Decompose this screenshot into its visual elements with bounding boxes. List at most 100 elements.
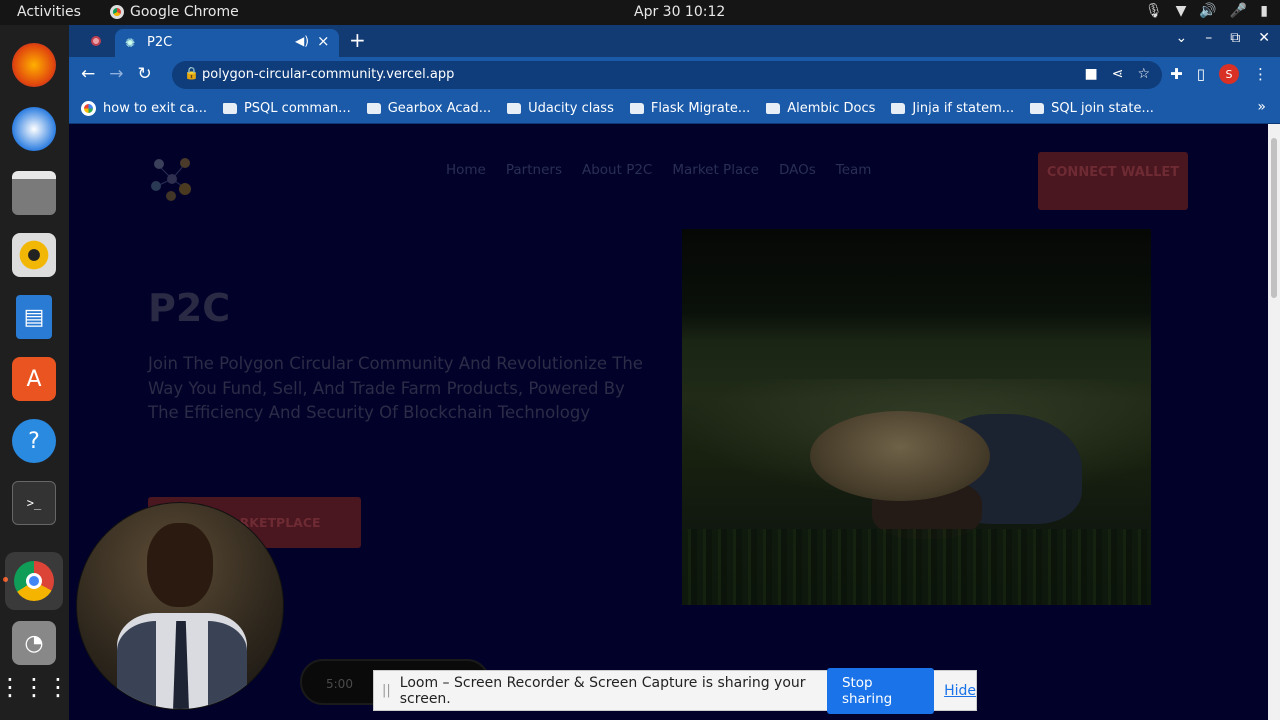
disks-icon[interactable]: ◔ — [12, 621, 56, 665]
tab-close-icon[interactable]: × — [317, 32, 330, 50]
clock[interactable]: Apr 30 10:12 — [634, 4, 725, 20]
software-icon[interactable]: A — [12, 357, 56, 401]
side-panel-icon[interactable]: ▯ — [1197, 65, 1205, 83]
address-bar[interactable]: 🔒 polygon-circular-community.vercel.app … — [172, 61, 1162, 89]
folder-icon — [222, 102, 237, 114]
bookmark-folder[interactable]: Alembic Docs — [766, 101, 875, 116]
bookmark-star-icon[interactable]: ☆ — [1137, 66, 1150, 82]
system-tray[interactable]: 🎙 ▼ 🔊 🎤 ▮ — [1145, 3, 1268, 19]
farmer-hero-image — [682, 229, 1151, 605]
close-window-button[interactable]: ✕ — [1258, 30, 1270, 46]
mic-icon: 🎤 — [1229, 3, 1248, 19]
app-menu[interactable]: Google Chrome — [110, 4, 239, 20]
folder-icon — [507, 102, 522, 114]
screen-sharing-bar: || Loom – Screen Recorder & Screen Captu… — [373, 667, 977, 714]
url-text[interactable]: polygon-circular-community.vercel.app — [202, 67, 454, 82]
folder-icon — [766, 102, 781, 114]
chrome-window: ✺ P2C ◀) × + ⌄ – ⧉ ✕ ← → ↻ 🔒 polygon-cir… — [69, 25, 1280, 720]
nav-daos[interactable]: DAOs — [779, 162, 816, 178]
sharing-message: Loom – Screen Recorder & Screen Capture … — [399, 674, 806, 707]
bookmark-label: SQL join state... — [1051, 100, 1154, 116]
battery-icon: ▮ — [1260, 3, 1268, 19]
bookmark-folder[interactable]: Jinja if statem... — [891, 101, 1014, 116]
nav-market-place[interactable]: Market Place — [672, 162, 759, 178]
lock-icon[interactable]: 🔒 — [184, 66, 199, 80]
chrome-icon — [110, 5, 124, 19]
files-icon[interactable] — [12, 171, 56, 215]
menu-icon[interactable]: ⋮ — [1253, 65, 1268, 83]
folder-icon — [366, 102, 381, 114]
tab-p2c[interactable]: ✺ P2C ◀) × — [115, 29, 339, 57]
connect-wallet-button[interactable]: CONNECT WALLET — [1038, 152, 1188, 210]
favicon-icon: ✺ — [125, 36, 136, 50]
extensions-icon[interactable]: ✚ — [1170, 65, 1183, 83]
nav-team[interactable]: Team — [836, 162, 872, 178]
firefox-icon[interactable] — [12, 43, 56, 87]
activities-button[interactable]: Activities — [17, 4, 81, 20]
reload-button[interactable]: ↻ — [138, 64, 152, 84]
bookmark-folder[interactable]: PSQL comman... — [222, 100, 351, 116]
main-nav: Home Partners About P2C Market Place DAO… — [446, 162, 871, 178]
hero-description: Join The Polygon Circular Community And … — [148, 354, 643, 422]
app-menu-label: Google Chrome — [130, 4, 239, 20]
rhythmbox-icon[interactable] — [12, 233, 56, 277]
bookmark-folder[interactable]: Flask Migrate... — [629, 100, 751, 116]
thunderbird-icon[interactable] — [12, 107, 56, 151]
bookmark-label: Jinja if statem... — [912, 100, 1015, 116]
bookmark-label: Udacity class — [528, 100, 614, 116]
wifi-icon: ▼ — [1175, 3, 1187, 19]
stop-sharing-button[interactable]: Stop sharing — [826, 667, 935, 714]
nav-home[interactable]: Home — [446, 162, 486, 178]
writer-icon[interactable]: ▤ — [16, 295, 52, 339]
help-icon[interactable]: ? — [12, 419, 56, 463]
folder-icon — [1030, 102, 1045, 114]
nav-about[interactable]: About P2C — [582, 162, 652, 178]
bookmark-label: Gearbox Acad... — [387, 100, 492, 116]
chrome-icon[interactable] — [5, 552, 63, 610]
folder-icon — [891, 102, 906, 114]
nav-partners[interactable]: Partners — [506, 162, 562, 178]
window-controls: ⌄ – ⧉ ✕ — [1176, 30, 1270, 46]
back-button[interactable]: ← — [81, 64, 95, 84]
app-grid-icon[interactable]: ⋮⋮⋮ — [0, 665, 70, 709]
bookmark-folder[interactable]: SQL join state... — [1030, 101, 1154, 116]
bookmark-folder[interactable]: Gearbox Acad... — [366, 100, 492, 116]
webcam-bubble[interactable] — [76, 502, 284, 710]
page-viewport: Home Partners About P2C Market Place DAO… — [69, 124, 1268, 720]
google-icon — [81, 100, 96, 116]
folder-icon — [629, 102, 644, 114]
tab-audio-icon[interactable]: ◀) — [295, 34, 309, 48]
volume-icon: 🔊 — [1199, 3, 1217, 19]
profile-avatar[interactable]: S — [1219, 64, 1239, 84]
new-tab-button[interactable]: + — [349, 28, 366, 52]
bookmark-item[interactable]: how to exit ca... — [81, 100, 207, 116]
hero-title: P2C — [148, 286, 231, 330]
minimize-button[interactable]: – — [1205, 30, 1212, 46]
system-top-bar: Activities Google Chrome Apr 30 10:12 🎙 … — [0, 0, 1280, 25]
bookmark-label: Flask Migrate... — [650, 100, 751, 116]
browser-toolbar: ← → ↻ 🔒 polygon-circular-community.verce… — [69, 57, 1280, 93]
scrollbar-thumb[interactable] — [1271, 138, 1277, 298]
more-bookmarks-icon[interactable]: » — [1257, 99, 1266, 115]
camera-icon[interactable]: ■ — [1084, 66, 1097, 82]
hide-link[interactable]: Hide — [944, 683, 976, 699]
bookmark-folder[interactable]: Udacity class — [507, 101, 614, 116]
bookmark-label: Alembic Docs — [787, 100, 876, 116]
page-scrollbar[interactable] — [1268, 124, 1280, 720]
mic-muted-icon: 🎙 — [1144, 3, 1163, 19]
maximize-button[interactable]: ⧉ — [1230, 30, 1240, 46]
chrome-logo — [14, 561, 54, 601]
drag-handle-icon[interactable]: || — [382, 683, 391, 698]
share-icon[interactable]: ⋖ — [1112, 66, 1124, 82]
p2c-logo[interactable] — [147, 154, 197, 204]
terminal-icon[interactable]: >_ — [12, 481, 56, 525]
bookmark-label: how to exit ca... — [103, 100, 207, 116]
dock: ▤ A ? >_ ◔ ⋮⋮⋮ — [0, 25, 70, 720]
tab-title: P2C — [147, 35, 173, 50]
recording-indicator-icon — [91, 36, 101, 46]
forward-button[interactable]: → — [109, 64, 123, 84]
tab-strip: ✺ P2C ◀) × + ⌄ – ⧉ ✕ — [69, 25, 1280, 57]
bookmark-label: PSQL comman... — [243, 100, 351, 116]
tab-search-icon[interactable]: ⌄ — [1176, 30, 1188, 46]
bookmarks-bar: how to exit ca... PSQL comman... Gearbox… — [69, 93, 1280, 124]
